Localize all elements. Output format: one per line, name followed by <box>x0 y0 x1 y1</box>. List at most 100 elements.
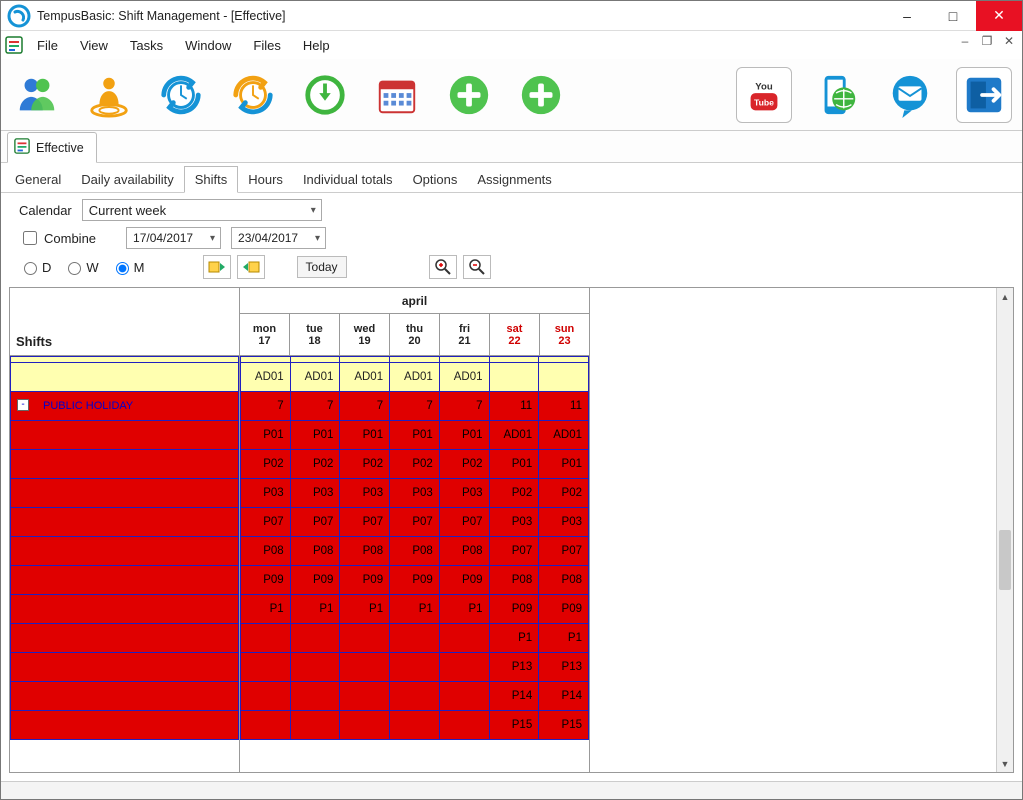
grid-cell[interactable] <box>439 682 489 711</box>
grid-cell[interactable]: AD01 <box>290 363 340 392</box>
grid-cell[interactable]: P02 <box>241 450 291 479</box>
mobile-globe-icon[interactable] <box>812 69 864 121</box>
grid-cell[interactable]: P02 <box>390 450 440 479</box>
clock-cycle-blue-icon[interactable] <box>155 69 207 121</box>
grid-cell[interactable]: P1 <box>539 624 589 653</box>
date-from-input[interactable]: 17/04/2017 <box>126 227 221 249</box>
vertical-scrollbar[interactable]: ▲ ▼ <box>996 288 1013 772</box>
grid-cell[interactable]: P03 <box>390 479 440 508</box>
grid-cell[interactable]: 7 <box>390 392 440 421</box>
grid-cell[interactable]: AD01 <box>539 421 589 450</box>
grid-cell[interactable]: P15 <box>539 711 589 740</box>
clock-cycle-orange-icon[interactable] <box>227 69 279 121</box>
nav-prev-button[interactable] <box>203 255 231 279</box>
grid-cell[interactable] <box>390 653 440 682</box>
menu-tasks[interactable]: Tasks <box>122 35 171 56</box>
grid-cell[interactable] <box>539 363 589 392</box>
grid-cell[interactable]: P03 <box>439 479 489 508</box>
grid-cell[interactable]: P07 <box>439 508 489 537</box>
grid-cell[interactable]: P01 <box>539 450 589 479</box>
grid-cell[interactable]: P1 <box>390 595 440 624</box>
grid-cell[interactable]: 11 <box>489 392 539 421</box>
grid-cell[interactable]: P13 <box>489 653 539 682</box>
grid-cell[interactable] <box>290 653 340 682</box>
grid-cell[interactable] <box>241 653 291 682</box>
combine-checkbox-input[interactable] <box>23 231 37 245</box>
calendar-combo[interactable]: Current week <box>82 199 322 221</box>
grid-cell[interactable]: P1 <box>290 595 340 624</box>
mdi-restore-button[interactable]: ❐ <box>978 33 996 49</box>
grid-cell[interactable]: P01 <box>340 421 390 450</box>
grid-cell[interactable]: AD01 <box>340 363 390 392</box>
scroll-thumb[interactable] <box>999 530 1011 590</box>
grid-cell[interactable]: P02 <box>290 450 340 479</box>
grid-cell[interactable] <box>241 682 291 711</box>
calendar-icon[interactable] <box>371 69 423 121</box>
menu-window[interactable]: Window <box>177 35 239 56</box>
grid-cell[interactable] <box>340 653 390 682</box>
minimize-button[interactable]: – <box>884 1 930 31</box>
grid-cell[interactable]: P07 <box>539 537 589 566</box>
grid-cell[interactable]: P07 <box>340 508 390 537</box>
grid-cell[interactable]: P01 <box>439 421 489 450</box>
menu-file[interactable]: File <box>29 35 66 56</box>
grid-cell[interactable] <box>290 682 340 711</box>
zoom-out-button[interactable] <box>463 255 491 279</box>
close-button[interactable]: ✕ <box>976 1 1022 31</box>
grid-cell[interactable]: P02 <box>439 450 489 479</box>
date-to-input[interactable]: 23/04/2017 <box>231 227 326 249</box>
grid-cell[interactable]: P09 <box>439 566 489 595</box>
grid-cell[interactable]: 7 <box>241 392 291 421</box>
zoom-in-button[interactable] <box>429 255 457 279</box>
grid-cell[interactable] <box>390 682 440 711</box>
tab-general[interactable]: General <box>5 167 71 192</box>
grid-cell[interactable]: P01 <box>489 450 539 479</box>
grid-cell[interactable] <box>241 624 291 653</box>
grid-cell[interactable] <box>439 711 489 740</box>
grid-cell[interactable]: P1 <box>340 595 390 624</box>
grid-cell[interactable]: P09 <box>241 566 291 595</box>
nav-next-button[interactable] <box>237 255 265 279</box>
view-mode-week[interactable]: W <box>63 259 98 275</box>
grid-cell[interactable]: P03 <box>290 479 340 508</box>
person-target-icon[interactable] <box>83 69 135 121</box>
grid-cell[interactable]: P07 <box>390 508 440 537</box>
grid-cell[interactable]: P02 <box>539 479 589 508</box>
grid-cell[interactable]: P09 <box>390 566 440 595</box>
grid-cell[interactable]: P14 <box>539 682 589 711</box>
grid-cell[interactable]: P08 <box>290 537 340 566</box>
grid-cell[interactable] <box>439 653 489 682</box>
grid-cell[interactable] <box>290 711 340 740</box>
grid-cell[interactable] <box>439 624 489 653</box>
grid-cell[interactable] <box>390 624 440 653</box>
grid-cell[interactable]: P03 <box>340 479 390 508</box>
grid-cell[interactable] <box>290 624 340 653</box>
grid-cell[interactable]: P08 <box>439 537 489 566</box>
document-tab-effective[interactable]: Effective <box>7 132 97 163</box>
tree-collapse-icon[interactable]: - <box>17 399 29 411</box>
grid-cell[interactable]: AD01 <box>390 363 440 392</box>
menu-help[interactable]: Help <box>295 35 338 56</box>
grid-cell[interactable]: P08 <box>489 566 539 595</box>
tab-shifts[interactable]: Shifts <box>184 166 239 193</box>
mdi-close-button[interactable]: ✕ <box>1000 33 1018 49</box>
exit-icon[interactable] <box>956 67 1012 123</box>
view-mode-month[interactable]: M <box>111 259 145 275</box>
tab-hours[interactable]: Hours <box>238 167 293 192</box>
today-button[interactable]: Today <box>297 256 347 278</box>
grid-cell[interactable]: P13 <box>539 653 589 682</box>
mdi-minimize-button[interactable]: – <box>956 33 974 49</box>
grid-cell[interactable]: P08 <box>539 566 589 595</box>
grid-cell[interactable]: P07 <box>241 508 291 537</box>
tab-daily-availability[interactable]: Daily availability <box>71 167 183 192</box>
grid-cell[interactable]: P08 <box>390 537 440 566</box>
grid-cell[interactable]: P1 <box>439 595 489 624</box>
grid-cell[interactable]: P03 <box>539 508 589 537</box>
grid-cell[interactable]: 11 <box>539 392 589 421</box>
grid-cell[interactable]: P01 <box>241 421 291 450</box>
grid-cell[interactable]: 7 <box>290 392 340 421</box>
grid-cell[interactable]: P15 <box>489 711 539 740</box>
grid-cell[interactable]: AD01 <box>489 421 539 450</box>
grid-cell[interactable]: P08 <box>340 537 390 566</box>
grid-cell[interactable]: P08 <box>241 537 291 566</box>
